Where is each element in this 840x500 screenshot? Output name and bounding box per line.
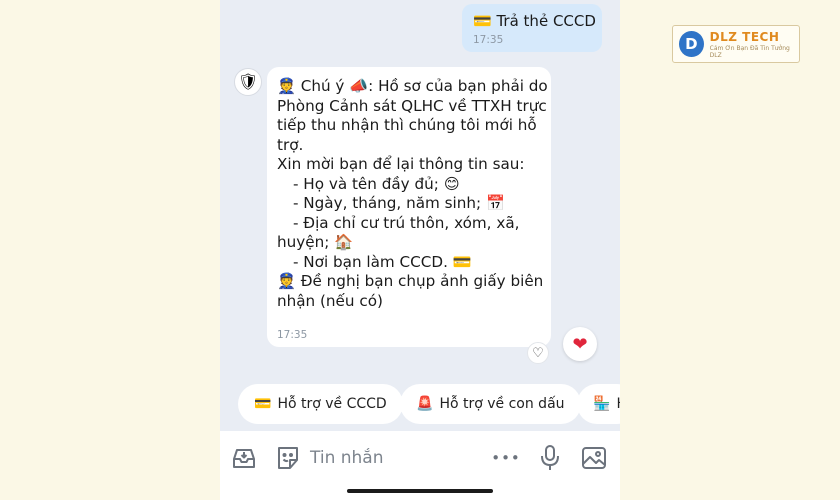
quick-reply-cccd[interactable]: 💳 Hỗ trợ về CCCD [238, 384, 403, 424]
message-line: trợ. [277, 135, 304, 154]
inbox-tray-icon[interactable] [230, 444, 258, 472]
brand-logo-icon: D [679, 31, 704, 57]
quick-reply-bar: 💳 Hỗ trợ về CCCD 🚨 Hỗ trợ về con dấu 🏪 H [220, 384, 620, 424]
card-icon: 💳 [254, 396, 272, 412]
police-badge-avatar[interactable]: 🛡 [234, 68, 262, 96]
chat-screen: 💳 Trả thẻ CCCD 17:35 🛡 👮 Chú ý 📣: Hồ sơ … [220, 0, 620, 500]
microphone-icon[interactable] [536, 444, 564, 472]
sent-message-bubble[interactable]: 💳 Trả thẻ CCCD 17:35 [462, 4, 602, 52]
sent-message-text: 💳 Trả thẻ CCCD [473, 12, 596, 30]
received-message-time: 17:35 [277, 329, 308, 341]
message-line: huyện; 🏠 [277, 233, 354, 251]
sticker-smiley-icon[interactable] [274, 444, 302, 472]
received-message-text: 👮 Chú ý 📣: Hồ sơ của bạn phải do Phòng C… [277, 77, 548, 311]
message-line: 👮 Đề nghị bạn chụp ảnh giấy biên [277, 272, 544, 290]
quick-reply-seal[interactable]: 🚨 Hỗ trợ về con dấu [400, 384, 581, 424]
quick-reply-label: Hỗ trợ về CCCD [277, 396, 387, 412]
store-icon: 🏪 [593, 396, 611, 412]
message-composer: Tin nhắn ••• [220, 431, 620, 500]
message-line: - Họ và tên đầy đủ; 😊 [293, 174, 460, 193]
more-options-icon[interactable]: ••• [491, 444, 520, 472]
quick-reply-more[interactable]: 🏪 H [577, 384, 620, 424]
police-badge-icon: 🛡 [237, 72, 259, 91]
siren-icon: 🚨 [416, 396, 434, 412]
sent-message-label: Trả thẻ CCCD [496, 12, 596, 30]
brand-name: DLZ TECH [709, 29, 780, 44]
quick-reply-label: H [616, 396, 620, 412]
message-input[interactable]: Tin nhắn [310, 448, 384, 468]
card-icon: 💳 [473, 12, 492, 30]
message-line: tiếp thu nhận thì chúng tôi mới hỗ [277, 116, 537, 134]
message-line: - Nơi bạn làm CCCD. 💳 [293, 252, 472, 271]
message-line: 👮 Chú ý 📣: Hồ sơ của bạn phải do [277, 77, 548, 95]
home-indicator[interactable] [347, 489, 493, 493]
image-gallery-icon[interactable] [580, 444, 608, 472]
message-line: nhận (nếu có) [277, 291, 383, 310]
received-message-bubble[interactable]: 👮 Chú ý 📣: Hồ sơ của bạn phải do Phòng C… [267, 67, 551, 347]
heart-reaction-icon[interactable]: ❤ [563, 327, 597, 361]
sent-message-time: 17:35 [473, 34, 504, 46]
react-heart-outline-icon[interactable]: ♡ [527, 342, 549, 364]
message-line: Phòng Cảnh sát QLHC về TTXH trực [277, 96, 547, 115]
message-line: Xin mời bạn để lại thông tin sau: [277, 155, 525, 173]
message-line: - Địa chỉ cư trú thôn, xóm, xã, [293, 213, 520, 232]
quick-reply-label: Hỗ trợ về con dấu [439, 396, 565, 412]
brand-tagline: Cảm Ơn Bạn Đã Tin Tưởng DLZ [709, 44, 790, 59]
brand-watermark: D DLZ TECH Cảm Ơn Bạn Đã Tin Tưởng DLZ [672, 25, 800, 63]
message-line: - Ngày, tháng, năm sinh; 📅 [293, 194, 505, 212]
